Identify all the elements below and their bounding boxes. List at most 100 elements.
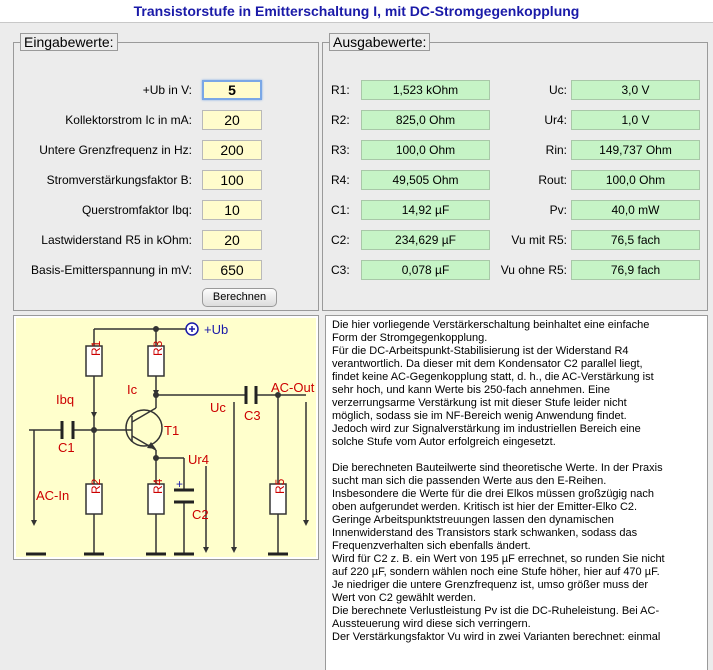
description-line: Form der Stromgegenkopplung. [332, 332, 488, 344]
description-line: Frequenzverhalten sich ebenfalls ändert. [332, 540, 531, 552]
output-value: 1,523 kOhm [361, 80, 490, 100]
input-label: +Ub in V: [142, 83, 192, 97]
description-line: möglich, sodass sie im NF-Bereich wenig … [332, 410, 627, 422]
input-field[interactable] [202, 110, 262, 130]
description-line: sehr hoch, und kann Werte bis 250-fach a… [332, 384, 611, 396]
circuit-schematic: +Ub R1 R3 R2 R4 R5 C1 C3 C2 T1 Ibq Ic Uc… [13, 315, 319, 560]
description-line: auf 220 µF, sondern wählen noch eine Stu… [332, 566, 660, 578]
input-row: Querstromfaktor Ibq: [14, 200, 314, 220]
output-label: Vu mit R5: [511, 233, 567, 247]
output-label: Rout: [538, 173, 567, 187]
input-field[interactable] [202, 200, 262, 220]
description-line: Jedoch wird zur Signalverstärkung im ind… [332, 423, 641, 435]
description-paragraph-1: Die hier vorliegende Verstärkerschaltung… [332, 319, 701, 449]
r4-label: R4 [151, 478, 165, 494]
description-line: Insbesondere die Werte für die drei Elko… [332, 488, 655, 500]
description-line: Aussteuerung wird diese sich verringern. [332, 618, 531, 630]
input-label: Basis-Emitterspannung in mV: [31, 263, 192, 277]
output-value: 0,078 µF [361, 260, 490, 280]
output-label: C3: [331, 263, 350, 277]
ac-in-label: AC-In [36, 488, 69, 503]
output-legend: Ausgabewerte: [329, 33, 431, 51]
description-line: verzerrungsarme Verstärkung ist mit dies… [332, 397, 627, 409]
input-row: Basis-Emitterspannung in mV: [14, 260, 314, 280]
input-row: +Ub in V: [14, 80, 314, 100]
output-value: 1,0 V [571, 110, 700, 130]
uc-label: Uc [210, 400, 226, 415]
output-value: 40,0 mW [571, 200, 700, 220]
output-label: Rin: [545, 143, 567, 157]
output-label: R4: [331, 173, 350, 187]
page-title: Transistorstufe in Emitterschaltung I, m… [0, 0, 713, 23]
output-value: 100,0 Ohm [361, 140, 490, 160]
description-paragraph-2: Die berechneten Bauteilwerte sind theore… [332, 462, 701, 644]
input-row: Untere Grenzfrequenz in Hz: [14, 140, 314, 160]
input-row: Lastwiderstand R5 in kOhm: [14, 230, 314, 250]
output-label: R3: [331, 143, 350, 157]
description-line: Geringe Arbeitspunktstreuungen lassen de… [332, 514, 614, 526]
output-value: 76,9 fach [571, 260, 700, 280]
ur4-label: Ur4 [188, 452, 209, 467]
ub-label: +Ub [204, 322, 228, 337]
description-text: Die hier vorliegende Verstärkerschaltung… [325, 315, 708, 670]
output-value: 14,92 µF [361, 200, 490, 220]
description-line: findet keine AC-Gegenkopplung statt, d. … [332, 371, 654, 383]
r2-label: R2 [89, 478, 103, 494]
output-value: 149,737 Ohm [571, 140, 700, 160]
r5-label: R5 [273, 478, 287, 494]
description-line: Die berechnete Verlustleistung Pv ist di… [332, 605, 660, 617]
output-value: 49,505 Ohm [361, 170, 490, 190]
description-line: sucht man sich die passenden Werte aus d… [332, 475, 607, 487]
c2-polarity-label: + [176, 477, 183, 491]
input-label: Kollektorstrom Ic in mA: [65, 113, 192, 127]
description-line: Wert von C2 gewählt werden. [332, 592, 477, 604]
schematic-drawing: +Ub R1 R3 R2 R4 R5 C1 C3 C2 T1 Ibq Ic Uc… [26, 322, 315, 556]
input-label: Stromverstärkungsfaktor B: [46, 173, 192, 187]
input-label: Untere Grenzfrequenz in Hz: [39, 143, 192, 157]
r1-label: R1 [89, 340, 103, 356]
input-row: Kollektorstrom Ic in mA: [14, 110, 314, 130]
input-legend: Eingabewerte: [20, 33, 118, 51]
description-line: Wird für C2 z. B. ein Wert von 195 µF er… [332, 553, 665, 565]
output-value: 234,629 µF [361, 230, 490, 250]
input-row: Stromverstärkungsfaktor B: [14, 170, 314, 190]
input-field[interactable] [202, 80, 262, 100]
ac-out-label: AC-Out [271, 380, 315, 395]
output-label: Pv: [549, 203, 567, 217]
output-panel: Ausgabewerte: R1: 1,523 kOhm R2: 825,0 Ohm R… [322, 33, 708, 311]
output-value: 3,0 V [571, 80, 700, 100]
c2-label: C2 [192, 507, 209, 522]
input-field[interactable] [202, 260, 262, 280]
output-value: 825,0 Ohm [361, 110, 490, 130]
input-panel: Eingabewerte: +Ub in V: Kollektorstrom Ic… [13, 33, 319, 311]
description-line: verantwortlich. Da dieser mit dem Konden… [332, 358, 643, 370]
output-label: Uc: [549, 83, 567, 97]
c3-label: C3 [244, 408, 261, 423]
description-line: Der Verstärkungsfaktor Vu wird in zwei V… [332, 631, 661, 643]
input-field[interactable] [202, 230, 262, 250]
output-label: Ur4: [544, 113, 567, 127]
output-label: R2: [331, 113, 350, 127]
output-label: C1: [331, 203, 350, 217]
description-line: Die hier vorliegende Verstärkerschaltung… [332, 319, 650, 331]
ic-label: Ic [127, 382, 138, 397]
t1-label: T1 [164, 423, 179, 438]
description-line: Für die DC-Arbeitspunkt-Stabilisierung i… [332, 345, 629, 357]
calculate-button[interactable]: Berechnen [202, 288, 277, 307]
input-label: Querstromfaktor Ibq: [81, 203, 192, 217]
input-field[interactable] [202, 170, 262, 190]
c1-label: C1 [58, 440, 75, 455]
output-label: C2: [331, 233, 350, 247]
output-value: 76,5 fach [571, 230, 700, 250]
input-label: Lastwiderstand R5 in kOhm: [41, 233, 192, 247]
r3-label: R3 [151, 340, 165, 356]
description-line: Die berechneten Bauteilwerte sind theore… [332, 462, 663, 474]
ibq-label: Ibq [56, 392, 74, 407]
output-label: Vu ohne R5: [500, 263, 567, 277]
description-line: Innenwiderstand des Transistors stark sc… [332, 527, 638, 539]
input-field[interactable] [202, 140, 262, 160]
description-line: solche Stufe vom Autor erfolgreich einge… [332, 436, 556, 448]
description-line: oben aufgerundet werden. Kritisch ist hi… [332, 501, 638, 513]
description-line: Je niedriger die untere Grenzfrequenz is… [332, 579, 649, 591]
output-value: 100,0 Ohm [571, 170, 700, 190]
